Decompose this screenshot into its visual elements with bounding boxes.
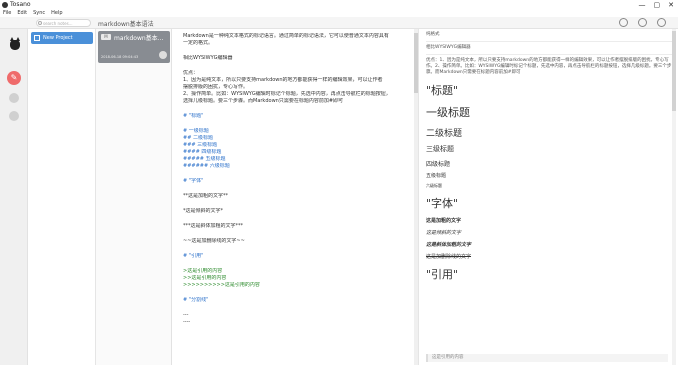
preview-bold: 这是加粗的文字 xyxy=(426,218,462,224)
editor-line: ***这是斜体加粗的文字*** xyxy=(183,223,244,229)
preview-scrollbar[interactable] xyxy=(672,29,676,365)
preview-h4: 四级标题 xyxy=(426,161,451,168)
editor-line: # "标题" xyxy=(183,113,204,119)
preview-h6: 六级标题 xyxy=(426,183,442,188)
menu-bar: File Edit Sync Help xyxy=(0,9,678,17)
markdown-preview: 纯格式 相比WYSIWYG编辑器 优点：1、因为是纯文本，所以只要支持markd… xyxy=(420,29,678,365)
title-bar: Tosano xyxy=(0,0,678,9)
markdown-editor[interactable]: Markdown是一种纯文本格式的标记语言。通过简单的标记语法，它可以使普通文本… xyxy=(173,29,419,365)
project-item[interactable]: New Project xyxy=(31,32,93,44)
minimize-button[interactable]: — xyxy=(639,1,646,9)
editor-line: Markdown是一种纯文本格式的标记语言。通过简单的标记语法，它可以使普通文本… xyxy=(183,33,389,39)
editor-scrollbar[interactable] xyxy=(414,29,418,365)
avatar[interactable] xyxy=(8,37,22,51)
markdown-badge: M xyxy=(101,34,111,40)
preview-heading-quote: "引用" xyxy=(426,268,459,281)
new-note-button[interactable]: ✎ xyxy=(7,71,21,85)
preview-heading-font: "字体" xyxy=(426,197,459,210)
trash-icon[interactable] xyxy=(9,111,19,121)
preview-intro: 相比WYSIWYG编辑器 xyxy=(426,45,471,50)
editor-line: --- xyxy=(183,312,189,318)
editor-line: **这是加粗的文字** xyxy=(183,193,229,199)
editor-line: ~~这是加删除线的文字~~ xyxy=(183,238,245,244)
editor-line: >这是引用的内容 xyxy=(183,268,223,274)
search-input[interactable]: search notes... xyxy=(36,19,91,27)
editor-line: # "引用" xyxy=(183,253,204,259)
preview-top-label: 纯格式 xyxy=(426,32,440,37)
maximize-button[interactable]: ▢ xyxy=(654,1,661,9)
editor-line: #### 四级标题 xyxy=(183,149,222,155)
editor-line: 2、操作简单。比如：WYSIWYG编辑时标记个标题，先选中内容，再点击导航栏的标… xyxy=(183,91,391,97)
note-date: 2018-06-18 09:04:43 xyxy=(101,55,139,59)
export-icon[interactable] xyxy=(657,18,666,27)
editor-line: *这是倾斜的文字* xyxy=(183,208,224,214)
folder-icon xyxy=(34,35,40,41)
app-logo-icon xyxy=(2,1,8,8)
window-controls: — ▢ ✕ xyxy=(639,1,675,9)
note-card[interactable]: M markdown基本... 2018-06-18 09:04:43 xyxy=(98,31,170,63)
editor-line: 摆脱排版的困扰，专心写作。 xyxy=(183,84,249,90)
preview-bold-italic: 这是斜体加粗的文字 xyxy=(426,242,472,248)
left-rail: ✎ xyxy=(0,29,28,365)
editor-line: >>这是引用的内容 xyxy=(183,275,227,281)
editor-lines: Markdown是一种纯文本格式的标记语言。通过简单的标记语法，它可以使普通文本… xyxy=(183,33,408,326)
note-avatar-icon xyxy=(159,51,167,59)
preview-h5: 五级标题 xyxy=(426,173,447,179)
editor-line: ### 三级标题 xyxy=(183,142,218,148)
preview-strikethrough: 这是加删除线的文字 xyxy=(426,254,472,260)
preview-heading-title: "标题" xyxy=(426,84,459,97)
preview-blockquote: 这是引用的内容 xyxy=(426,354,668,362)
editor-line: 优点： xyxy=(183,70,199,76)
editor-line: 1、因为是纯文本，所以只要支持markdown的地方都能获得一样的编辑效果，可以… xyxy=(183,77,383,83)
project-label: New Project xyxy=(43,35,73,41)
preview-paragraph: 优点：1、因为是纯文本，所以只要支持markdown的地方都能获得一样的编辑效果… xyxy=(426,58,672,75)
search-icon xyxy=(38,21,42,25)
menu-edit[interactable]: Edit xyxy=(17,10,27,16)
editor-line: 选择几级标题。要三个步骤。而Markdown只需要在标题内容前加#即可 xyxy=(183,98,344,104)
sync-icon[interactable] xyxy=(9,93,19,103)
document-title: markdown基本语法 xyxy=(98,21,154,28)
editor-line: ##### 五级标题 xyxy=(183,156,226,162)
search-placeholder: search notes... xyxy=(43,21,73,26)
editor-line: 一定的格式。 xyxy=(183,40,214,46)
close-button[interactable]: ✕ xyxy=(668,1,674,9)
preview-h2: 二级标题 xyxy=(426,129,463,139)
editor-line: >>>>>>>>>>这是引用的内容 xyxy=(183,282,260,288)
editor-line: # "分割线" xyxy=(183,297,209,303)
editor-line: ## 二级标题 xyxy=(183,135,213,141)
note-list: M markdown基本... 2018-06-18 09:04:43 xyxy=(96,29,172,365)
preview-italic: 这是倾斜的文字 xyxy=(426,230,462,236)
editor-line: ###### 六级标题 xyxy=(183,163,230,169)
save-icon[interactable] xyxy=(638,18,647,27)
editor-line: # "字体" xyxy=(183,178,204,184)
theme-toggle-icon[interactable] xyxy=(619,18,628,27)
menu-file[interactable]: File xyxy=(3,10,11,16)
toolbar: search notes... markdown基本语法 xyxy=(0,17,678,29)
editor-line: # 一级标题 xyxy=(183,128,209,134)
editor-line: 相比WYSIWYG编辑器 xyxy=(183,55,233,61)
menu-sync[interactable]: Sync xyxy=(33,10,45,16)
project-list: New Project xyxy=(28,29,96,365)
window-title: Tosano xyxy=(10,1,31,8)
preview-h1: 一级标题 xyxy=(426,106,470,119)
editor-line: ---- xyxy=(183,319,191,325)
menu-help[interactable]: Help xyxy=(51,10,62,16)
app-window: Tosano — ▢ ✕ File Edit Sync Help search … xyxy=(0,0,678,365)
preview-h3: 三级标题 xyxy=(426,145,454,153)
note-title: markdown基本... xyxy=(114,35,164,42)
toolbar-icons xyxy=(619,18,666,27)
